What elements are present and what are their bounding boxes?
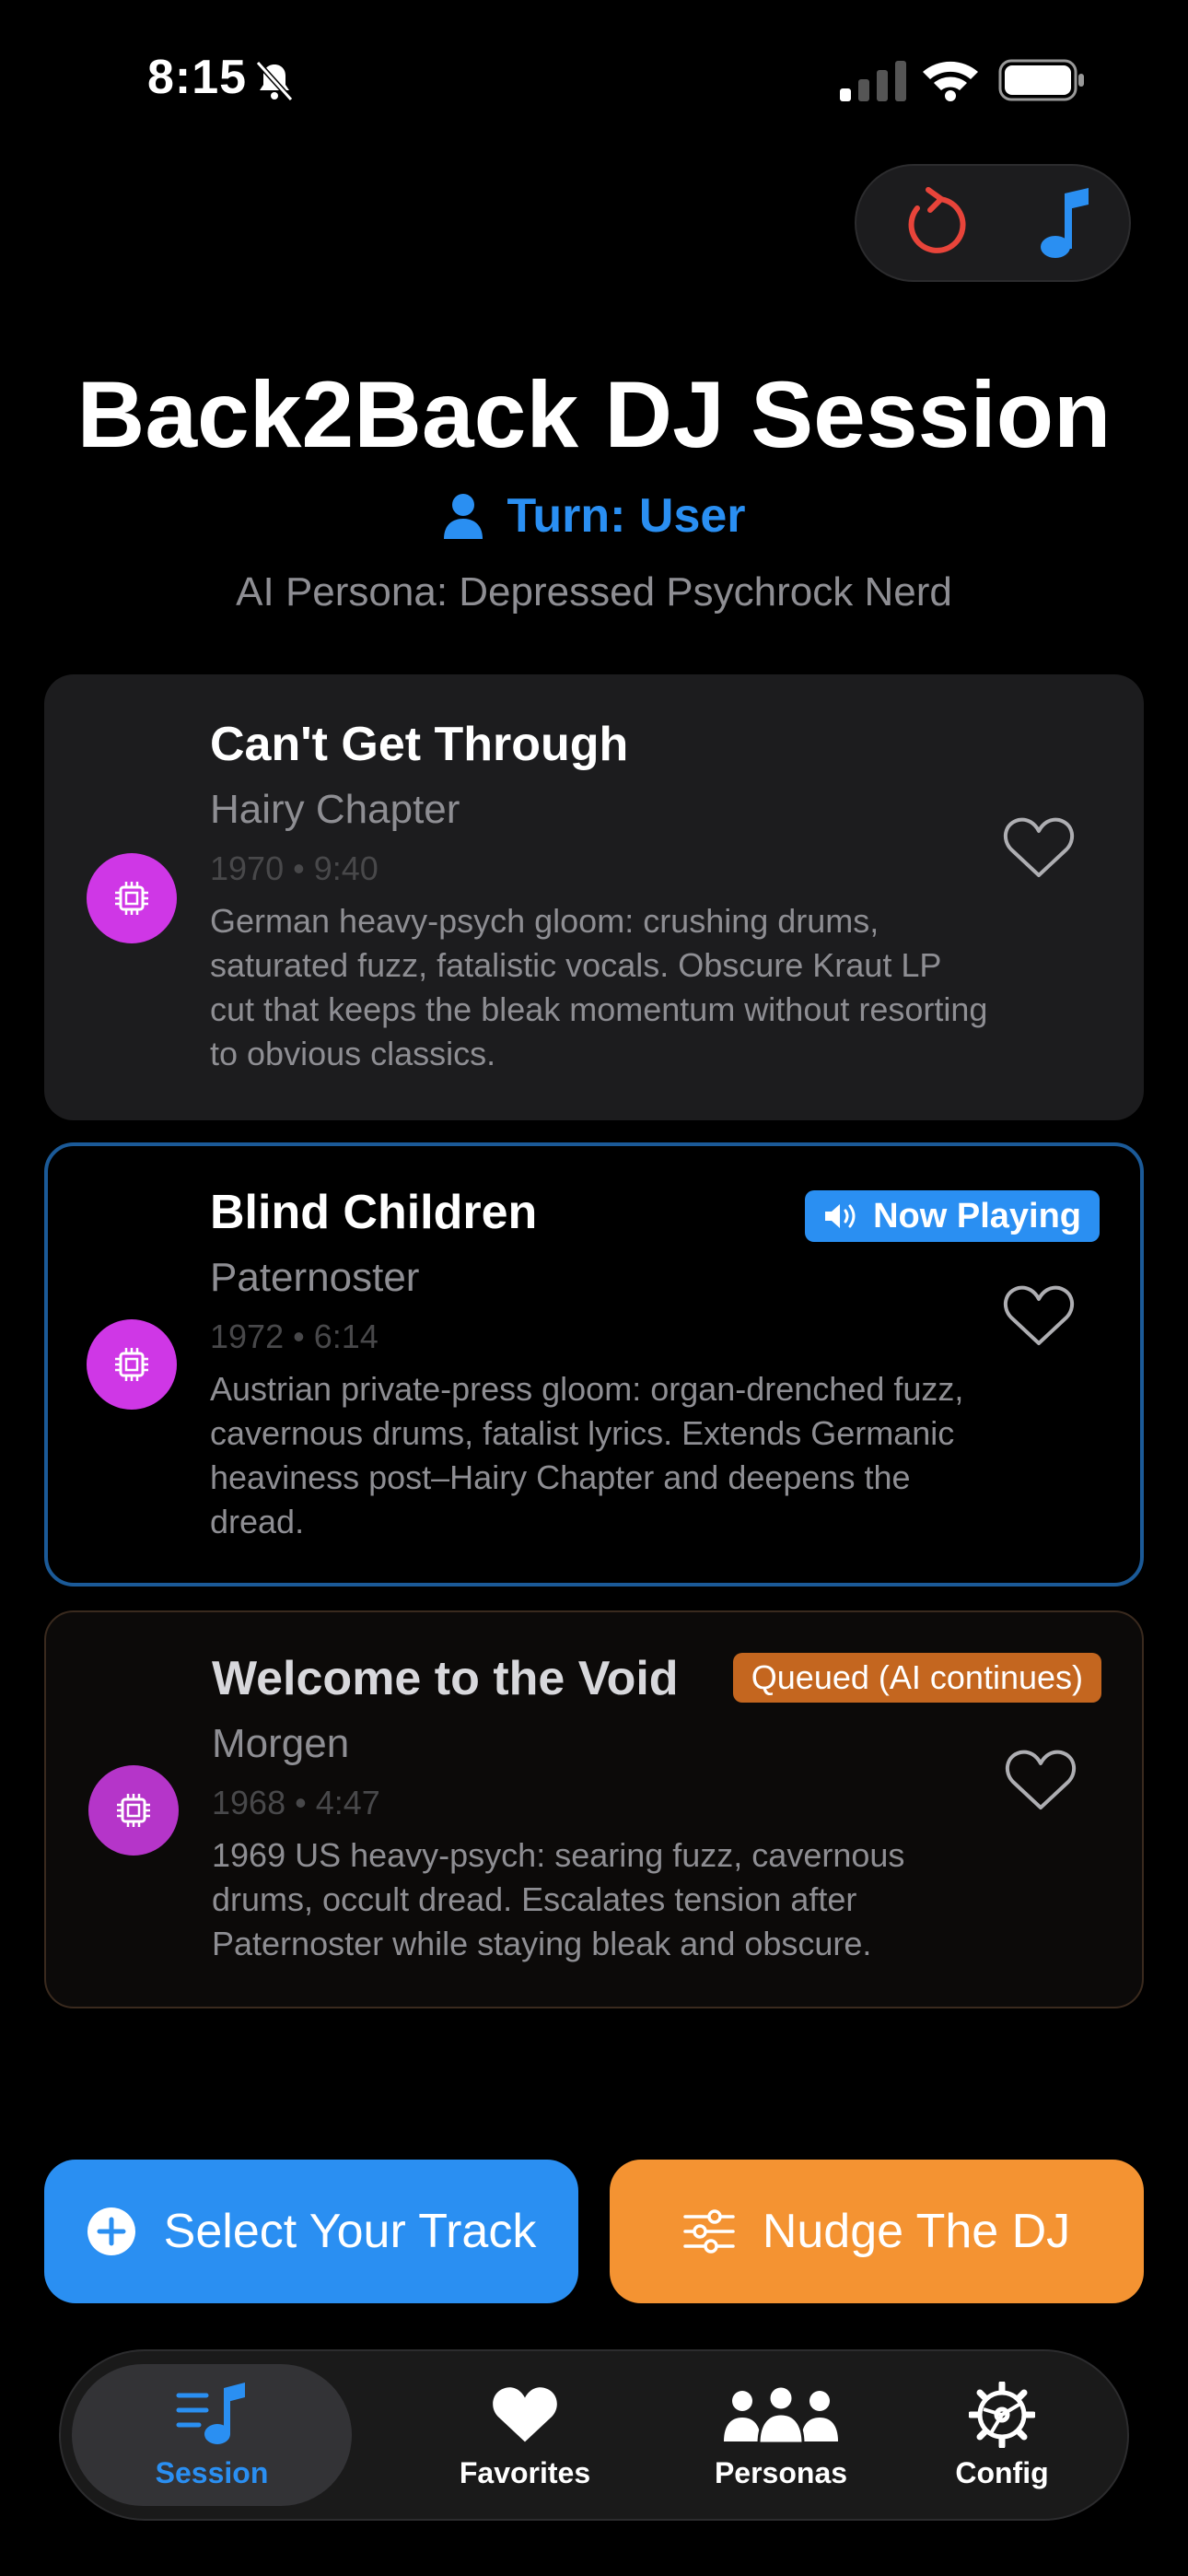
- now-playing-badge: Now Playing: [805, 1190, 1100, 1242]
- track-title: Can't Get Through: [210, 718, 629, 771]
- music-list-icon: [176, 2382, 245, 2444]
- track-artist: Morgen: [212, 1721, 350, 1766]
- now-playing-label: Now Playing: [873, 1196, 1081, 1235]
- ai-chip-icon: [87, 1319, 177, 1410]
- gear-icon: [969, 2381, 1035, 2448]
- track-description: Austrian private-press gloom: organ-dren…: [210, 1370, 964, 1540]
- speaker-icon: [825, 1204, 856, 1228]
- nudge-dj-button[interactable]: Nudge The DJ: [610, 2160, 1144, 2303]
- persona-label: AI Persona: Depressed Psychrock Nerd: [236, 569, 952, 615]
- queued-badge: Queued (AI continues): [732, 1653, 1101, 1703]
- ai-chip-icon: [87, 853, 177, 943]
- page-title: Back2Back DJ Session: [76, 362, 1112, 467]
- tab-label: Personas: [714, 2455, 848, 2489]
- cellular-signal-icon: [840, 61, 906, 101]
- tab-config[interactable]: Config: [910, 2364, 1094, 2506]
- heart-fill-icon: [493, 2386, 557, 2441]
- track-title: Welcome to the Void: [212, 1652, 679, 1705]
- track-meta: 1970 • 9:40: [210, 849, 379, 887]
- tab-session[interactable]: Session: [72, 2364, 352, 2506]
- tab-favorites[interactable]: Favorites: [398, 2364, 652, 2506]
- nudge-dj-label: Nudge The DJ: [762, 2205, 1071, 2258]
- battery-icon: [998, 59, 1084, 101]
- tab-label: Config: [955, 2455, 1049, 2489]
- status-time: 8:15: [147, 51, 248, 104]
- bell-slash-icon: [255, 60, 294, 102]
- people-icon: [724, 2384, 838, 2444]
- music-player-button[interactable]: [1026, 184, 1107, 265]
- track-title: Blind Children: [210, 1186, 538, 1239]
- turn-indicator: Turn: User: [0, 488, 1188, 544]
- tab-personas[interactable]: Personas: [654, 2364, 908, 2506]
- track-description: 1969 US heavy-psych: searing fuzz, caver…: [212, 1836, 905, 1962]
- select-track-label: Select Your Track: [163, 2205, 537, 2258]
- track-card-queued[interactable]: Welcome to the Void Queued (AI continues…: [44, 1610, 1144, 2008]
- tab-label: Favorites: [459, 2455, 591, 2489]
- track-meta: 1968 • 4:47: [212, 1784, 380, 1821]
- tab-label: Session: [155, 2455, 269, 2489]
- restart-icon: [908, 187, 966, 253]
- track-artist: Paternoster: [210, 1255, 420, 1300]
- heart-icon[interactable]: [1004, 1747, 1077, 1813]
- person-icon: [444, 494, 483, 539]
- wifi-icon: [923, 61, 978, 101]
- music-note-icon: [1041, 188, 1089, 258]
- heart-icon[interactable]: [1002, 814, 1076, 881]
- reset-session-button[interactable]: [893, 184, 974, 265]
- plus-circle-icon: [87, 2207, 135, 2255]
- track-card[interactable]: Can't Get Through Hairy Chapter 1970 • 9…: [44, 674, 1144, 1120]
- sliders-icon: [683, 2209, 735, 2254]
- track-description: German heavy-psych gloom: crushing drums…: [210, 902, 988, 1072]
- ai-chip-icon: [88, 1765, 179, 1856]
- tab-bar: Session Favorites Personas Config: [59, 2349, 1129, 2521]
- turn-label: Turn: User: [507, 489, 746, 543]
- session-controls: [855, 164, 1131, 282]
- select-track-button[interactable]: Select Your Track: [44, 2160, 578, 2303]
- track-card-now-playing[interactable]: Blind Children Now Playing Paternoster 1…: [44, 1142, 1144, 1587]
- track-meta: 1972 • 6:14: [210, 1317, 379, 1355]
- heart-icon[interactable]: [1002, 1282, 1076, 1349]
- track-artist: Hairy Chapter: [210, 787, 460, 832]
